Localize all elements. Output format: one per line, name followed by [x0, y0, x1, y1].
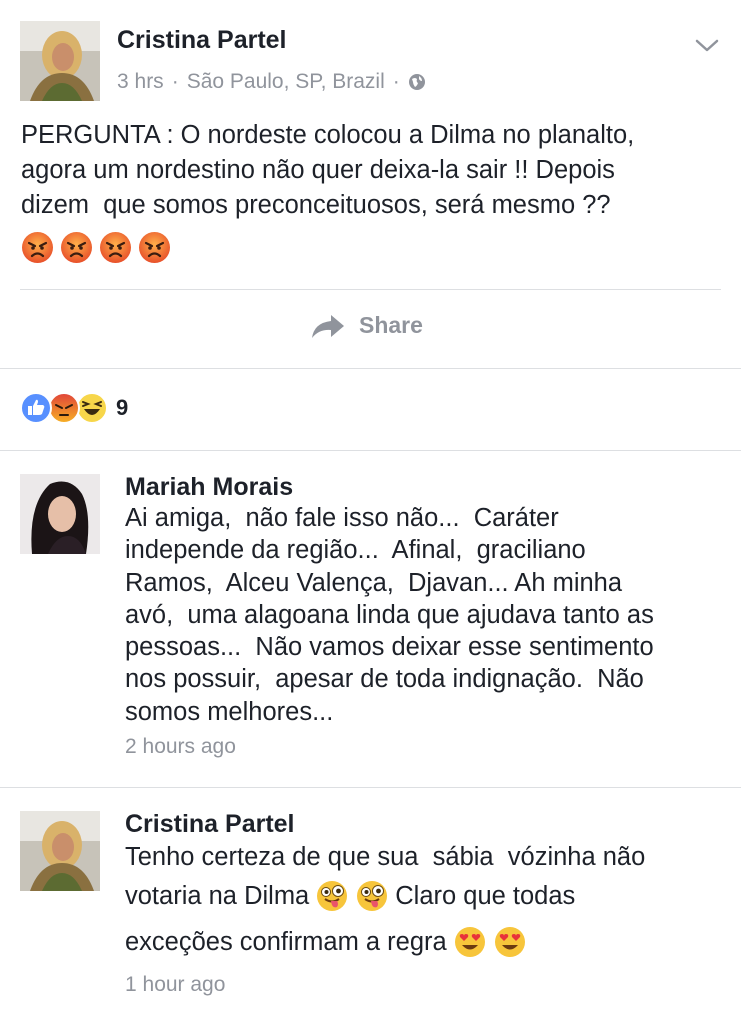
avatar-photo — [20, 21, 100, 101]
post-emoji-row — [21, 231, 171, 264]
divider — [0, 787, 741, 788]
comment-text-segment: exceções confirmam a regra — [125, 928, 447, 956]
globe-icon — [408, 74, 425, 90]
post-text: PERGUNTA : O nordeste colocou a Dilma no… — [21, 121, 635, 219]
angry-face-icon — [100, 232, 131, 263]
divider — [0, 450, 741, 451]
comment-author-avatar[interactable] — [20, 811, 100, 891]
avatar-photo — [20, 811, 100, 891]
winking-tongue-face-icon — [317, 881, 348, 912]
post-author-name[interactable]: Cristina Partel — [117, 26, 287, 55]
angry-face-icon — [22, 232, 53, 263]
meta-separator: · — [171, 70, 179, 93]
divider — [0, 368, 741, 369]
comment-author-avatar[interactable] — [20, 474, 100, 554]
comment-time[interactable]: 2 hours ago — [125, 735, 236, 759]
reactions-summary[interactable]: 9 — [20, 392, 128, 424]
chevron-down-icon[interactable] — [695, 38, 719, 54]
reaction-count: 9 — [116, 395, 129, 420]
meta-separator: · — [392, 70, 400, 93]
divider — [20, 289, 721, 290]
comment-text-line-3: exceções confirmam a regra — [125, 926, 735, 958]
comment-text-line-2: votaria na Dilma Claro que todas — [125, 880, 735, 912]
angry-icon — [48, 392, 80, 424]
comment-text: Ai amiga, não fale isso não... Caráter i… — [125, 504, 654, 726]
comment-time[interactable]: 1 hour ago — [125, 973, 225, 997]
comment-author-name[interactable]: Cristina Partel — [125, 810, 295, 839]
avatar-photo — [20, 474, 100, 554]
angry-face-icon — [139, 232, 170, 263]
post-meta: 3 hrs · São Paulo, SP, Brazil · — [117, 70, 426, 94]
comment-text-segment: votaria na Dilma — [125, 882, 310, 910]
post-time[interactable]: 3 hrs — [117, 70, 164, 94]
haha-icon — [76, 392, 108, 424]
comment-text-segment: Claro que todas — [395, 882, 576, 910]
share-button[interactable]: Share — [311, 312, 423, 339]
comment-text-line-1: Tenho certeza de que sua sábia vózinha n… — [125, 843, 646, 871]
winking-tongue-face-icon — [357, 881, 388, 912]
post-location[interactable]: São Paulo, SP, Brazil — [187, 70, 385, 94]
share-label: Share — [359, 312, 423, 338]
angry-face-icon — [61, 232, 92, 263]
heart-eyes-face-icon — [454, 927, 485, 958]
comment-author-name[interactable]: Mariah Morais — [125, 473, 293, 502]
share-arrow-icon — [312, 314, 344, 338]
like-icon — [20, 392, 52, 424]
post-author-avatar[interactable] — [20, 21, 100, 101]
heart-eyes-face-icon — [494, 927, 525, 958]
